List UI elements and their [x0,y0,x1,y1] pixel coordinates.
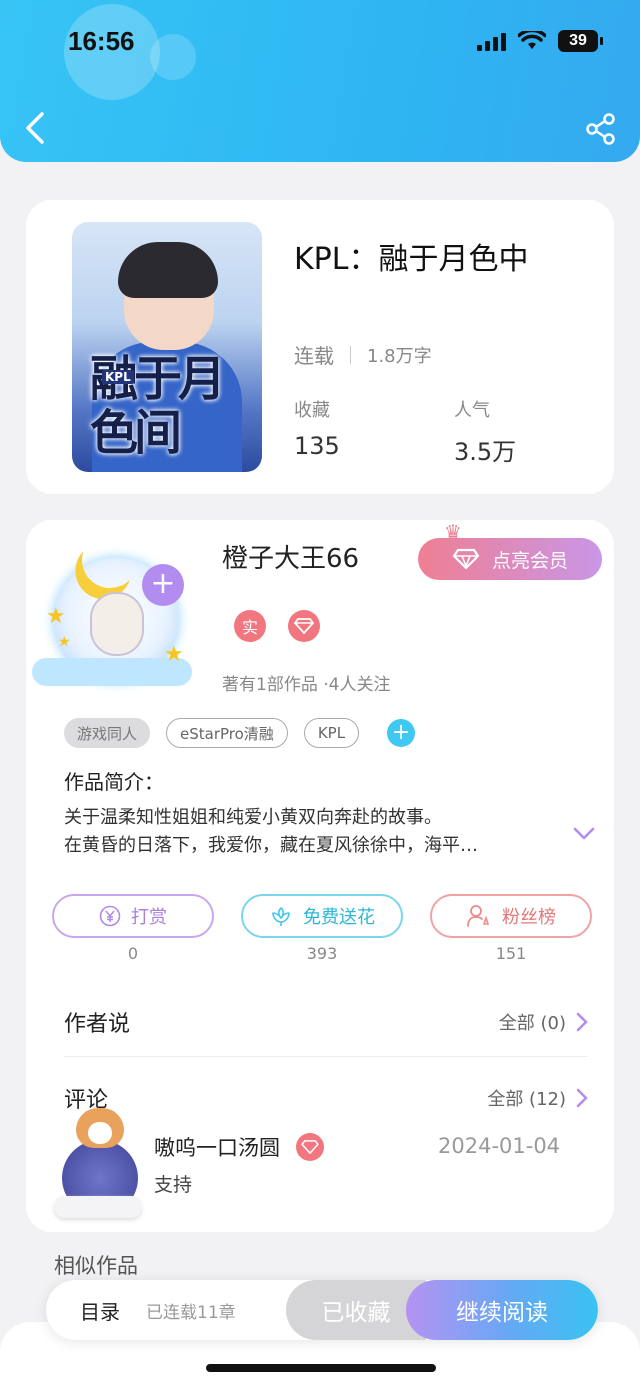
popularity-label: 人气 [454,400,490,421]
author-says-row[interactable]: 作者说 全部 (0) [64,1006,588,1038]
free-flower-button[interactable]: 免费送花 [241,894,403,938]
intro-line: 在黄昏的日落下，我爱你，藏在夏风徐徐中，海平… [64,835,478,856]
chapter-count: 已连载11章 [146,1302,236,1323]
add-tag-button[interactable]: + [387,719,416,747]
status-icons: 39 [477,30,603,52]
fans-label: 粉丝榜 [502,907,556,928]
star-icon: ★ [58,634,71,650]
tag-item[interactable]: 游戏同人 [64,718,151,748]
book-info-card: 融于月色间 KPL KPL：融于月色中 连载 1.8万字 收藏 135 人气 3… [26,200,614,494]
popularity-stat: 人气 3.5万 [454,396,516,467]
reward-count: 0 [127,944,139,963]
comment-user: 嗷呜一口汤圆 [154,1132,324,1162]
author-says-more[interactable]: 全部 (0) [499,1009,588,1035]
flower-icon [272,907,290,926]
book-meta: 连载 1.8万字 [294,340,432,369]
cover-figure [118,242,218,298]
intro-title: 作品简介： [64,770,164,794]
book-cover[interactable]: 融于月色间 KPL [72,222,262,472]
divider [350,345,351,364]
comment-date: 2024-01-04 [438,1134,561,1158]
status-time: 16:56 [68,26,135,56]
dog-frame-icon [88,1122,112,1144]
action-buttons: 打赏 0 免费送花 393 粉丝榜 151 [52,894,592,963]
header: 16:56 39 [0,0,640,162]
yen-icon [99,905,121,927]
chevron-right-icon [576,1088,588,1108]
fans-rank-button[interactable]: 粉丝榜 [430,894,592,938]
follow-plus-button[interactable]: + [142,564,184,606]
book-title: KPL：融于月色中 [294,242,529,277]
diamond-icon [452,548,480,570]
favorites-stat: 收藏 135 [294,396,340,460]
flower-action: 免费送花 393 [241,894,403,963]
cloud-icon [54,1196,142,1218]
real-name-badge: 实 [234,610,266,642]
vip-button-label: 点亮会员 [491,549,568,572]
flower-label: 免费送花 [303,907,375,928]
flower-count: 393 [306,944,338,963]
favorites-value: 135 [294,432,340,460]
tag-item[interactable]: eStarPro清融 [166,718,288,748]
intro-text: 关于温柔知性姐姐和纯爱小黄双向奔赴的故事。 在黄昏的日落下，我爱你，藏在夏风徐徐… [64,804,564,860]
home-indicator [206,1364,436,1372]
tag-list: 游戏同人 eStarPro清融 KPL + [64,718,416,748]
comment-text: 支持 [154,1174,193,1196]
book-status: 连载 [294,344,334,368]
reward-label: 打赏 [131,907,167,928]
battery-icon: 39 [558,30,603,52]
comments-more[interactable]: 全部 (12) [487,1085,588,1111]
divider [64,1056,588,1057]
avatar-character [90,592,144,656]
reward-button[interactable]: 打赏 [52,894,214,938]
tag-item[interactable]: KPL [303,718,360,748]
continue-reading-button[interactable]: 继续阅读 [406,1280,598,1340]
cover-tag: KPL [102,370,134,384]
diamond-badge-icon [288,610,320,642]
commenter-avatar[interactable] [48,1104,148,1220]
user-icon [467,905,490,927]
fans-action: 粉丝榜 151 [430,894,592,963]
comments-count: 全部 (12) [487,1089,566,1110]
chevron-right-icon [576,1012,588,1032]
wifi-icon [518,31,546,49]
share-button[interactable] [584,112,618,146]
author-card: ★ ★ ★ + 橙子大王66 ♛ 点亮会员 实 著有1部作品 ·4人关注 游戏同… [26,520,614,1232]
fans-count: 151 [495,944,527,963]
favorites-label: 收藏 [294,400,330,421]
popularity-value: 3.5万 [454,438,517,466]
star-icon: ★ [46,604,66,629]
author-says-title: 作者说 [64,1012,131,1037]
author-says-count: 全部 (0) [498,1013,566,1034]
vip-button[interactable]: 点亮会员 [418,538,602,580]
author-name: 橙子大王66 [222,544,360,574]
toc-button[interactable]: 目录 已连载11章 [46,1296,286,1325]
comment-username[interactable]: 嗷呜一口汤圆 [154,1132,280,1162]
bottom-bar: 目录 已连载11章 已收藏 继续阅读 [46,1280,598,1340]
expand-chevron-icon[interactable] [572,826,596,842]
collected-button[interactable]: 已收藏 [286,1280,426,1340]
signal-icon [477,31,506,51]
decor-bubble [150,34,196,80]
author-info: 著有1部作品 ·4人关注 [222,675,391,695]
star-icon: ★ [164,642,184,667]
similar-works-title: 相似作品 [54,1254,138,1278]
diamond-badge-icon [296,1133,324,1161]
intro-line: 关于温柔知性姐姐和纯爱小黄双向奔赴的故事。 [64,807,442,828]
cover-title: 融于月色间 [90,351,226,461]
reward-action: 打赏 0 [52,894,214,963]
author-avatar[interactable]: ★ ★ ★ [32,530,202,700]
back-button[interactable] [20,110,50,146]
toc-label: 目录 [80,1299,120,1324]
word-count: 1.8万字 [367,345,432,367]
